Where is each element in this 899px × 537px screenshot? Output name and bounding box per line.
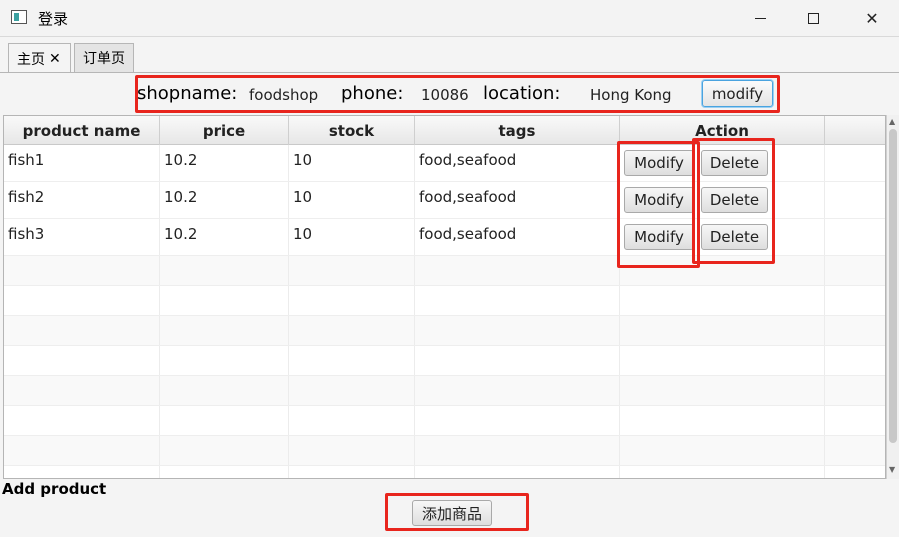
minimize-icon [754, 17, 766, 19]
column-header-tags[interactable]: tags [415, 116, 620, 145]
location-label: location: [483, 83, 561, 104]
empty-row [4, 316, 885, 346]
column-header-stock[interactable]: stock [289, 116, 415, 145]
tab-close-icon[interactable]: ✕ [49, 51, 61, 67]
modify-shop-button[interactable]: modify [702, 80, 773, 107]
cell-product-name: fish3 [4, 219, 160, 255]
cell-price: 10.2 [160, 145, 289, 181]
close-window-button[interactable]: ✕ [849, 0, 895, 36]
cell-tags: food,seafood [415, 182, 620, 218]
cell-price: 10.2 [160, 219, 289, 255]
cell-product-name: fish2 [4, 182, 160, 218]
cell-stock: 10 [289, 145, 415, 181]
window-title: 登录 [38, 10, 69, 28]
empty-row [4, 406, 885, 436]
column-header-price[interactable]: price [160, 116, 289, 145]
shopname-label: shopname: [137, 83, 238, 104]
cell-tags: food,seafood [415, 219, 620, 255]
cell-stock: 10 [289, 182, 415, 218]
tab-home-label: 主页 [17, 51, 45, 68]
tab-home[interactable]: 主页 ✕ [8, 43, 71, 73]
empty-row [4, 436, 885, 466]
table-scrollbar[interactable]: ▲ ▼ [886, 115, 899, 479]
app-icon [11, 10, 27, 24]
shopname-value: foodshop [249, 86, 319, 104]
empty-row [4, 466, 885, 478]
empty-row [4, 376, 885, 406]
add-product-button[interactable]: 添加商品 [412, 500, 492, 526]
empty-row [4, 286, 885, 316]
minimize-button[interactable] [737, 0, 783, 36]
maximize-icon [807, 12, 819, 24]
scrollbar-thumb[interactable] [889, 129, 897, 443]
add-product-heading: Add product [2, 480, 107, 498]
tab-orders-label: 订单页 [83, 51, 125, 67]
scroll-down-icon[interactable]: ▼ [889, 465, 895, 474]
title-bar: 登录 ✕ [0, 0, 899, 36]
empty-row [4, 346, 885, 376]
cell-stock: 10 [289, 219, 415, 255]
tab-orders[interactable]: 订单页 [74, 43, 134, 72]
cell-price: 10.2 [160, 182, 289, 218]
maximize-button[interactable] [790, 0, 836, 36]
column-header-product-name[interactable]: product name [4, 116, 160, 145]
main-panel: 主页 ✕ 订单页 shopname: foodshop phone: 10086… [0, 36, 899, 537]
modify-column-highlight [617, 141, 700, 268]
delete-column-highlight [692, 138, 775, 264]
tab-divider [0, 72, 899, 73]
phone-label: phone: [341, 83, 404, 104]
location-value: Hong Kong [590, 86, 672, 104]
column-header-filler [825, 116, 885, 145]
phone-value: 10086 [421, 86, 469, 104]
cell-tags: food,seafood [415, 145, 620, 181]
cell-product-name: fish1 [4, 145, 160, 181]
close-icon: ✕ [865, 8, 879, 28]
scroll-up-icon[interactable]: ▲ [889, 117, 895, 126]
